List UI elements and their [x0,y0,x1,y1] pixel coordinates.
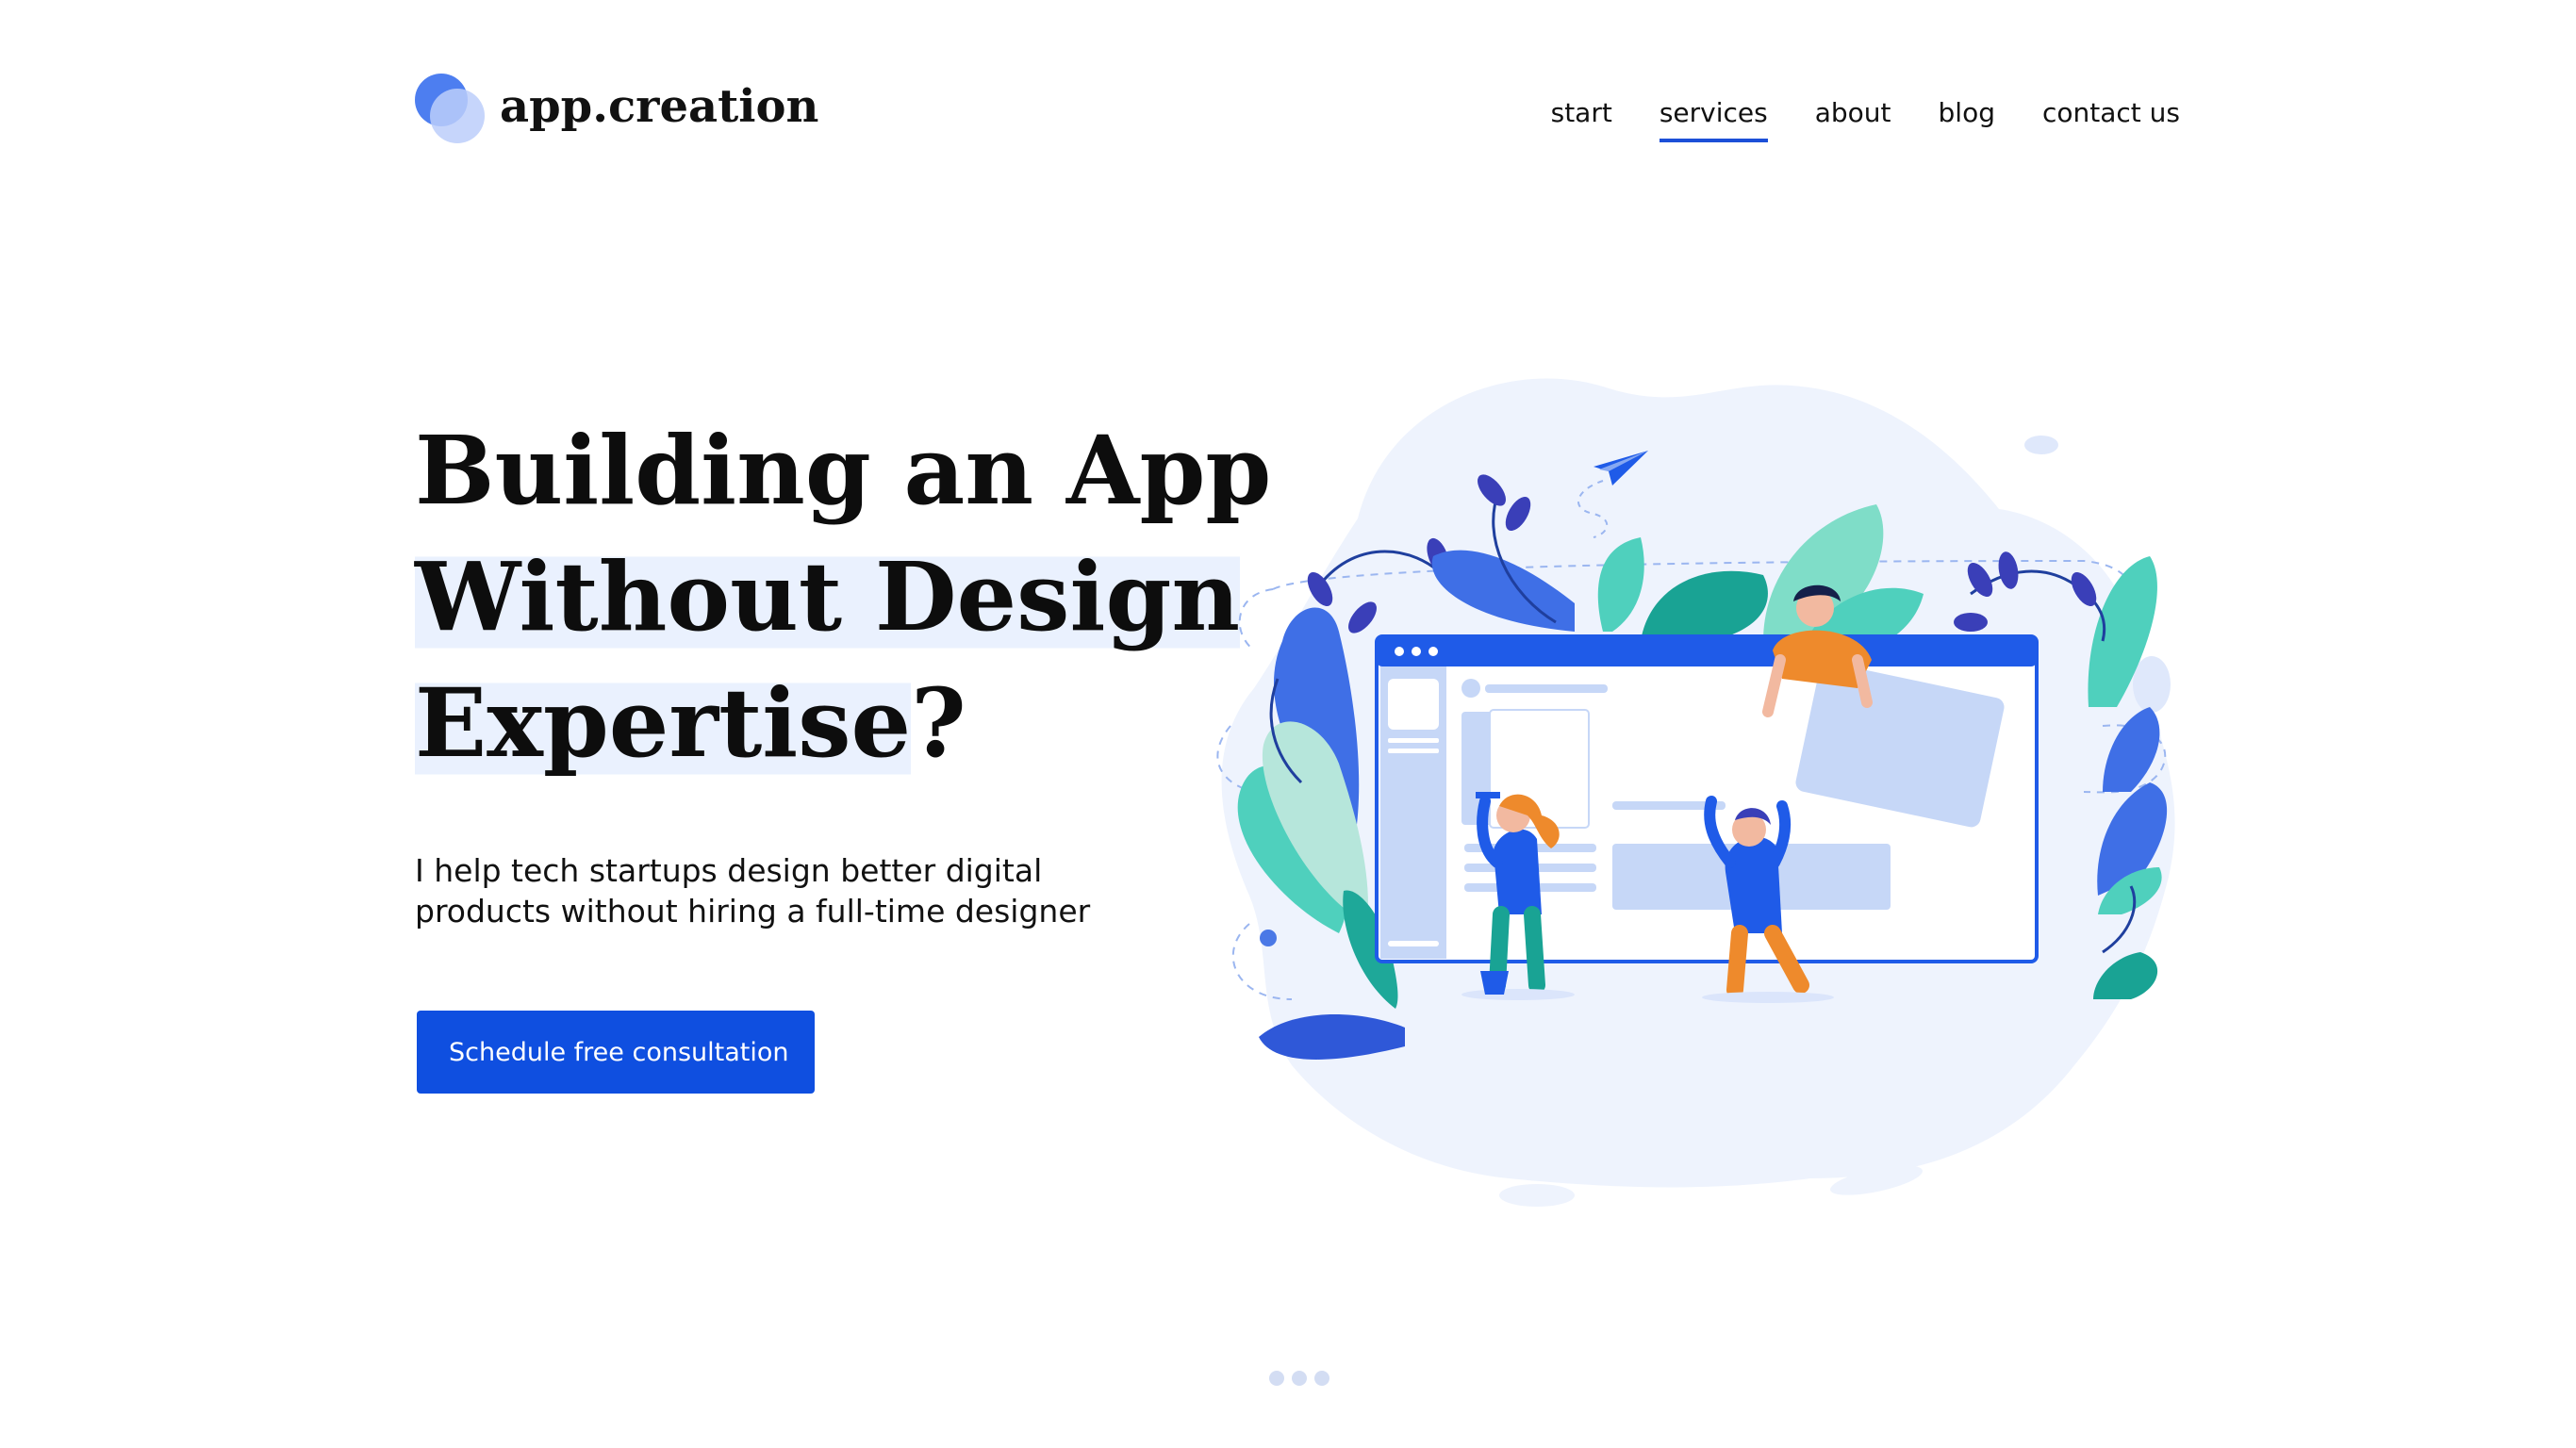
headline-line-2: Without Design [415,541,1241,652]
brand-logo[interactable]: app.creation [415,74,830,149]
landing-page: app.creation start services about blog c… [0,0,2576,1448]
logo-circles-icon [415,74,490,149]
hero-illustration [1197,349,2206,1216]
pager-dot[interactable] [1292,1371,1307,1386]
pager-dot[interactable] [1314,1371,1329,1386]
nav-item-services[interactable]: services [1659,90,1768,142]
nav-item-start[interactable]: start [1551,90,1612,137]
nav-item-contact-us[interactable]: contact us [2042,90,2180,137]
headline-line-3: Expertise? [415,667,966,779]
nav-item-about[interactable]: about [1815,90,1891,137]
hero-headline: Building an App Without Design Expertise… [415,407,1272,786]
schedule-consultation-button[interactable]: Schedule free consultation [417,1011,815,1094]
hero-subtitle: I help tech startups design better digit… [415,852,1091,930]
main-nav: start services about blog contact us [1551,90,2180,142]
headline-line-1: Building an App [415,415,1272,526]
pager-dots [1269,1371,1329,1386]
pager-dot[interactable] [1269,1371,1284,1386]
nav-item-blog[interactable]: blog [1939,90,1995,137]
brand-name: app.creation [500,80,819,133]
